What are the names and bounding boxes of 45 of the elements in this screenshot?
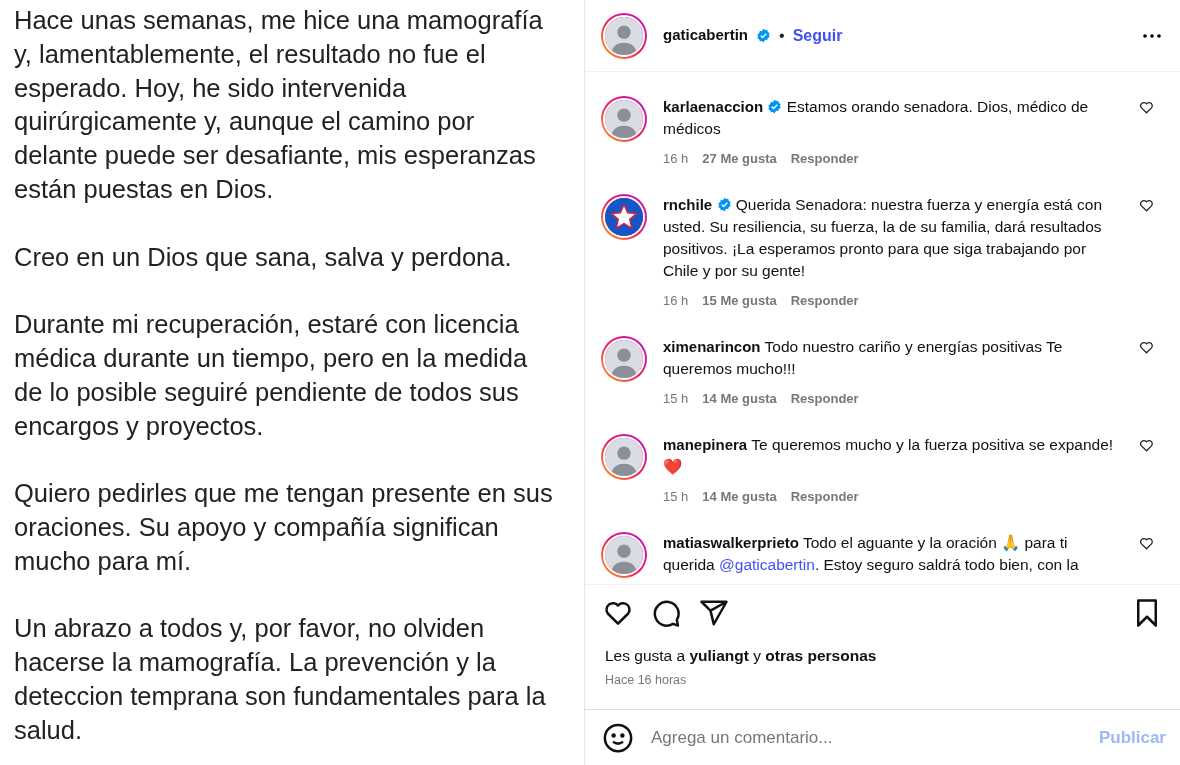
- comment-time: 15 h: [663, 488, 689, 506]
- like-heart-icon[interactable]: [1139, 438, 1154, 453]
- username-link[interactable]: gaticabertin: [663, 24, 749, 47]
- like-heart-icon[interactable]: [1139, 536, 1154, 551]
- comment-text: ximenarincon Todo nuestro cariño y energías positivas Te queremos mucho!!!: [663, 337, 1064, 379]
- mention-link[interactable]: @gaticabertin: [719, 556, 815, 573]
- comment-time: 16 h: [663, 150, 689, 168]
- reply-button[interactable]: Responder: [790, 290, 859, 312]
- avatar-icon[interactable]: [603, 14, 645, 57]
- like-heart-icon[interactable]: [1139, 198, 1154, 213]
- comment-time: 15 h: [663, 390, 689, 408]
- follow-button[interactable]: Seguir: [792, 23, 843, 48]
- emoji-icon[interactable]: [603, 722, 633, 753]
- comment-text: manepinera Te queremos mucho y la fuerza positiva se expande! ❤: [663, 435, 1115, 477]
- comment-text: karlaenaccion Estamos orando senadora. Dios, médico de médicos: [663, 97, 1090, 139]
- reply-button[interactable]: Responder: [790, 388, 859, 410]
- avatar-icon[interactable]: [603, 436, 645, 478]
- likes-count[interactable]: 27 Me gusta: [702, 148, 777, 170]
- comment-time: 16 h: [663, 292, 689, 310]
- post-time: Hace 16 horas: [604, 672, 688, 690]
- username-link[interactable]: rnchile: [663, 196, 713, 213]
- username-link[interactable]: manepinera: [663, 436, 748, 453]
- avatar-icon[interactable]: [603, 98, 645, 140]
- like-heart-icon[interactable]: [1139, 340, 1154, 355]
- like-heart-icon[interactable]: [1139, 100, 1154, 115]
- username-link[interactable]: karlaenaccion: [663, 98, 764, 115]
- username-link[interactable]: matiaswalkerprieto: [663, 534, 799, 551]
- likes-text: Les gusta a yuliangt y otras personas: [604, 646, 878, 666]
- avatar-icon[interactable]: [603, 338, 645, 380]
- avatar-icon[interactable]: [603, 534, 645, 576]
- comment-text: rnchile Querida Senadora: nuestra fuerza y energía está con usted. Su resiliencia, su fuerza, la de su familia, dará resultados positivos. ¡La esperamos pronto para que siga trabajando por Chile y por su gente!: [663, 195, 1103, 281]
- post-paragraph: Quiero pedirles que me tengan presente en sus oraciones. Su apoyo y compañía significan mucho para mí.: [14, 478, 554, 577]
- likes-count[interactable]: 15 Me gusta: [702, 290, 777, 312]
- post-paragraph: Hace unas semanas, me hice una mamografía y, lamentablemente, el resultado no fue el esperado. Hoy, he sido intervenida quirúrgicamente y, aunque el camino por delante puede ser desafiante, mis esperanzas están puestas en Dios.: [14, 5, 544, 205]
- post-paragraph: Durante mi recuperación, estaré con licencia médica durante un tiempo, pero en la medida de lo posible seguiré pendiente de todos sus encargos y proyectos.: [14, 309, 529, 442]
- star-logo-icon[interactable]: [603, 196, 645, 238]
- username-link[interactable]: ximenarincon: [663, 338, 761, 355]
- reply-button[interactable]: Responder: [790, 486, 859, 508]
- post-paragraph: Creo en un Dios que sana, salva y perdona.: [14, 241, 513, 273]
- comment-text: matiaswalkerprieto Todo el aguante y la oración 🙏 para ti querida @gaticabertin. Estoy seguro saldrá todo bien, con la: [663, 533, 1080, 575]
- reply-button[interactable]: Responder: [790, 148, 859, 170]
- likes-count[interactable]: 14 Me gusta: [702, 486, 777, 508]
- likes-count[interactable]: 14 Me gusta: [702, 388, 777, 410]
- separator-dot: •: [779, 25, 785, 46]
- post-paragraph: Un abrazo a todos y, por favor, no olviden hacerse la mamografía. La prevención y la deteccion temprana son fundamentales para la salud.: [14, 613, 547, 746]
